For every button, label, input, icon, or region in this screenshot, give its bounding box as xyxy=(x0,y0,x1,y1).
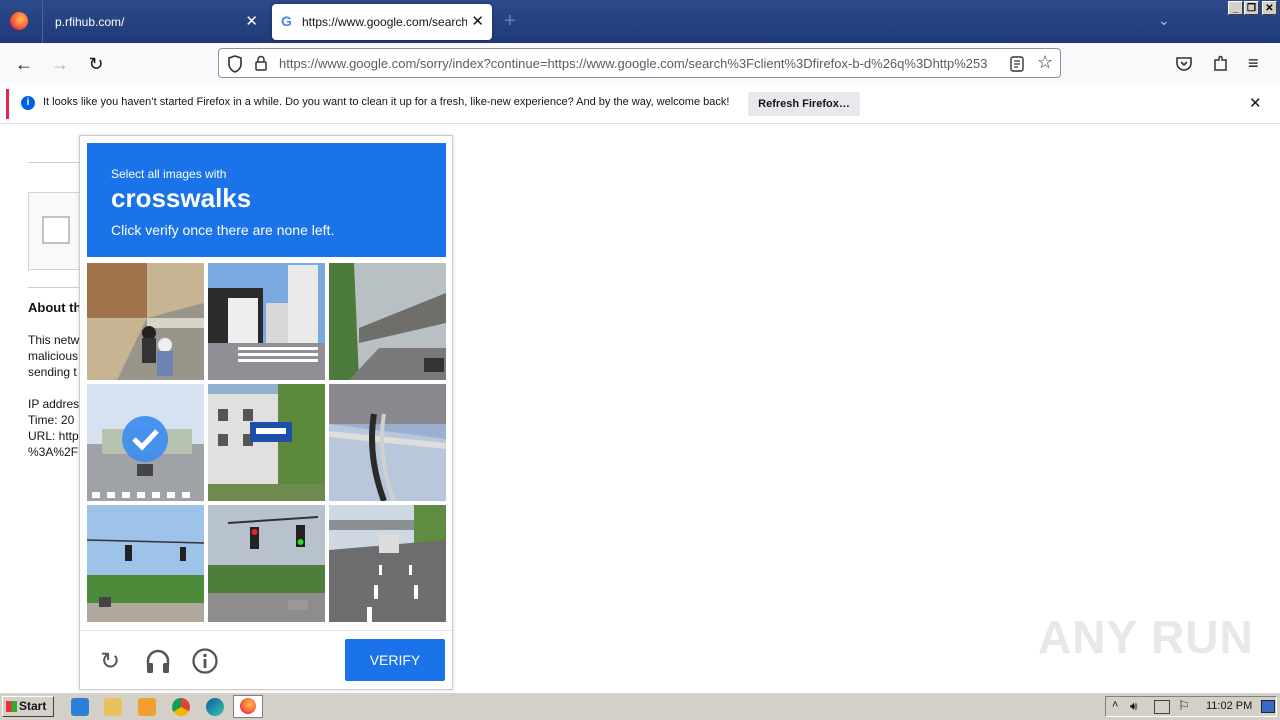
notification-bar: i It looks like you haven’t started Fire… xyxy=(0,85,1280,124)
edge-icon[interactable] xyxy=(206,698,224,716)
captcha-tile-1[interactable] xyxy=(87,263,204,380)
notification-accent xyxy=(6,89,9,119)
windows-flag-icon xyxy=(6,701,17,712)
refresh-firefox-button[interactable]: Refresh Firefox… xyxy=(748,92,860,116)
tab-rfihub[interactable]: p.rfihub.com/ ✕ xyxy=(42,0,266,43)
tab-close-icon[interactable]: ✕ xyxy=(245,12,258,30)
info-help-icon[interactable] xyxy=(191,647,219,675)
clock[interactable]: 11:02 PM xyxy=(1206,700,1252,712)
captcha-hint: Click verify once there are none left. xyxy=(111,222,335,238)
tab-list-chevron-icon[interactable]: ⌄ xyxy=(1158,12,1170,29)
hamburger-menu-icon[interactable]: ≡ xyxy=(1248,53,1259,74)
body-line: Time: 20 xyxy=(28,413,75,427)
captcha-tile-5[interactable] xyxy=(208,384,325,501)
captcha-tile-3[interactable] xyxy=(329,263,446,380)
body-line: IP addres xyxy=(28,397,80,411)
close-window-button[interactable]: ✕ xyxy=(1262,1,1277,15)
back-arrow-icon[interactable]: ← xyxy=(11,51,37,77)
captcha-tile-2[interactable] xyxy=(208,263,325,380)
captcha-header: Select all images with crosswalks Click … xyxy=(87,143,446,257)
start-label: Start xyxy=(19,699,47,713)
shield-icon[interactable] xyxy=(227,55,243,73)
minimize-button[interactable]: _ xyxy=(1228,1,1243,15)
captcha-object: crosswalks xyxy=(111,183,252,213)
forward-arrow-icon[interactable]: → xyxy=(47,51,73,77)
tab-bar: p.rfihub.com/ ✕ G https://www.google.com… xyxy=(0,0,1280,43)
start-button[interactable]: Start xyxy=(2,696,54,717)
recaptcha-checkbox[interactable] xyxy=(42,216,70,244)
verify-button[interactable]: VERIFY xyxy=(345,639,445,681)
tab-label: p.rfihub.com/ xyxy=(55,14,125,29)
body-line: sending t xyxy=(28,365,77,379)
tab-close-icon[interactable]: ✕ xyxy=(467,12,484,30)
captcha-divider xyxy=(80,630,452,631)
folder-icon[interactable] xyxy=(104,698,122,716)
captcha-tile-9[interactable] xyxy=(329,505,446,622)
google-favicon-icon: G xyxy=(281,13,292,29)
captcha-tile-7[interactable] xyxy=(87,505,204,622)
captcha-instruction: Select all images with xyxy=(111,167,227,181)
url-bar[interactable]: https://www.google.com/sorry/index?conti… xyxy=(218,48,1061,78)
bookmark-star-icon[interactable]: ☆ xyxy=(1037,52,1053,73)
firefox-taskbar-button[interactable] xyxy=(233,695,263,718)
notification-close-icon[interactable]: ✕ xyxy=(1249,94,1262,112)
reload-icon[interactable]: ↻ xyxy=(83,51,109,77)
captcha-challenge: Select all images with crosswalks Click … xyxy=(79,135,453,690)
firefox-icon xyxy=(240,698,256,714)
body-line: URL: http xyxy=(28,429,79,443)
captcha-tile-8[interactable] xyxy=(208,505,325,622)
action-center-flag-icon[interactable]: ⚐ xyxy=(1178,698,1190,714)
show-desktop-icon[interactable] xyxy=(1261,700,1275,713)
new-tab-button[interactable]: + xyxy=(504,10,516,33)
restore-button[interactable]: ❐ xyxy=(1244,1,1259,15)
url-text[interactable]: https://www.google.com/sorry/index?conti… xyxy=(279,56,1009,71)
network-icon[interactable] xyxy=(1154,700,1170,714)
audio-challenge-headphones-icon[interactable] xyxy=(144,647,172,675)
extensions-puzzle-icon[interactable] xyxy=(1212,55,1229,72)
notification-message: It looks like you haven’t started Firefo… xyxy=(43,96,730,108)
about-heading: About th xyxy=(28,300,82,315)
volume-icon[interactable]: 🔊︎ xyxy=(1130,699,1138,714)
body-line: malicious xyxy=(28,349,79,363)
body-line: %3A%2F xyxy=(28,445,79,459)
lock-icon[interactable] xyxy=(254,55,268,71)
info-icon: i xyxy=(21,96,35,110)
reload-challenge-icon[interactable]: ↻ xyxy=(95,647,125,677)
system-tray: ˄ 🔊︎ ⚐ 11:02 PM xyxy=(1105,696,1277,717)
reader-view-icon[interactable] xyxy=(1010,56,1024,72)
captcha-tile-4[interactable] xyxy=(87,384,204,501)
tab-label: https://www.google.com/search?c xyxy=(302,15,481,29)
tray-expand-icon[interactable]: ˄ xyxy=(1112,699,1118,711)
navigation-toolbar: ← → ↻ https://www.google.com/sorry/index… xyxy=(0,43,1280,85)
captcha-tile-6[interactable] xyxy=(329,384,446,501)
firefox-menu-icon[interactable] xyxy=(10,12,28,30)
body-line: This netw xyxy=(28,333,80,347)
anyrun-watermark: ANY RUN xyxy=(1038,611,1254,663)
tab-google[interactable]: G https://www.google.com/search?c ✕ xyxy=(272,4,492,40)
taskbar: Start ˄ 🔊︎ ⚐ 11:02 PM xyxy=(0,692,1280,720)
ie-icon[interactable] xyxy=(71,698,89,716)
chrome-icon[interactable] xyxy=(172,698,190,716)
media-player-icon[interactable] xyxy=(138,698,156,716)
pocket-icon[interactable] xyxy=(1175,56,1193,72)
